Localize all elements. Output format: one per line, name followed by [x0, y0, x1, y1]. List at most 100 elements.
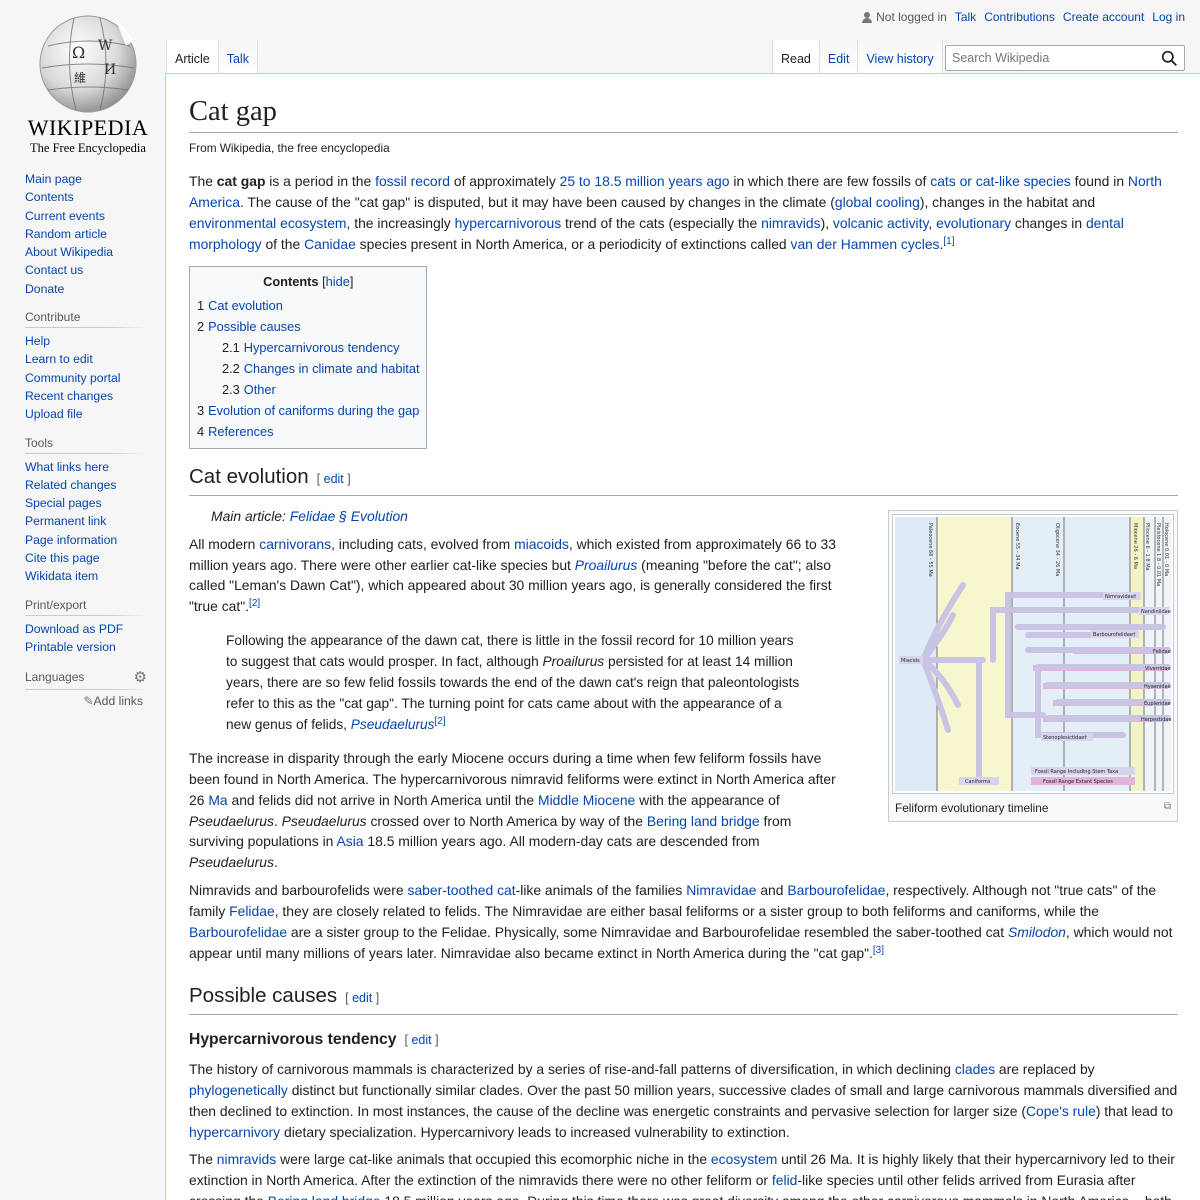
toc-link-hypercarnivorous[interactable]: Hypercarnivorous tendency: [244, 340, 400, 355]
tab-view-history[interactable]: View history: [858, 40, 943, 74]
link-felidae-evolution[interactable]: Felidae § Evolution: [290, 508, 408, 524]
link-barbourofelidae-2[interactable]: Barbourofelidae: [189, 924, 287, 940]
link-pseudaelurus[interactable]: Pseudaelurus: [351, 717, 435, 732]
link-smilodon[interactable]: Smilodon: [1008, 924, 1066, 940]
personal-talk-link[interactable]: Talk: [955, 10, 976, 24]
link-hammen[interactable]: van der Hammen cycles: [791, 236, 940, 252]
link-canidae[interactable]: Canidae: [304, 236, 356, 252]
link-carnivorans[interactable]: carnivorans: [259, 536, 331, 552]
sidebar-item-special-pages[interactable]: Special pages: [25, 496, 102, 510]
link-barbourofelidae[interactable]: Barbourofelidae: [787, 882, 885, 898]
link-fossil-record[interactable]: fossil record: [375, 173, 450, 189]
link-cat[interactable]: cat: [497, 882, 516, 898]
link-asia[interactable]: Asia: [337, 833, 364, 849]
toc-link-cat-evolution[interactable]: Cat evolution: [208, 298, 283, 313]
link-evolutionary[interactable]: evolutionary: [936, 215, 1011, 231]
sidebar-item-recent-changes[interactable]: Recent changes: [25, 389, 113, 403]
taxon-label: Caniforms: [965, 779, 991, 785]
toc-item[interactable]: 3 Evolution of caniforms during the gap: [197, 400, 420, 421]
toc-item[interactable]: 2.2 Changes in climate and habitat: [197, 358, 420, 379]
link-felid[interactable]: felid: [772, 1172, 797, 1188]
toc-item[interactable]: 2 Possible causes: [197, 316, 420, 337]
toc-link-climate[interactable]: Changes in climate and habitat: [244, 361, 420, 376]
sidebar-item-community-portal[interactable]: Community portal: [25, 371, 121, 385]
link-mya[interactable]: 25 to 18.5 million years ago: [560, 173, 730, 189]
sidebar-item-learn-to-edit[interactable]: Learn to edit: [25, 352, 93, 366]
figure-image[interactable]: Paleocene 66 - 55 Ma Eocene 55 - 34 Ma O…: [892, 514, 1174, 794]
search-icon[interactable]: [1161, 50, 1178, 67]
create-account-link[interactable]: Create account: [1063, 10, 1144, 24]
sidebar-item-random-article[interactable]: Random article: [25, 227, 107, 241]
paragraph: The history of carnivorous mammals is ch…: [189, 1060, 1178, 1140]
link-felidae[interactable]: Felidae: [229, 903, 275, 919]
sidebar-item-contents[interactable]: Contents: [25, 190, 74, 204]
sidebar-item-page-information[interactable]: Page information: [25, 533, 117, 547]
sidebar-item-what-links-here[interactable]: What links here: [25, 460, 109, 474]
link-cats[interactable]: cats or cat-like species: [930, 173, 1071, 189]
sidebar-item-help[interactable]: Help: [25, 334, 50, 348]
link-phylogenetically[interactable]: phylogenetically: [189, 1082, 288, 1098]
toc-hide-toggle[interactable]: hide: [326, 274, 350, 289]
add-links[interactable]: ✎Add links: [25, 694, 143, 708]
link-hypercarnivorous[interactable]: hypercarnivorous: [455, 215, 562, 231]
sidebar-item-upload-file[interactable]: Upload file: [25, 407, 83, 421]
ref-2[interactable]: [2]: [249, 598, 260, 609]
sidebar-item-printable-version[interactable]: Printable version: [25, 640, 116, 654]
search-input[interactable]: [946, 46, 1146, 70]
link-volcanic[interactable]: volcanic activity: [833, 215, 928, 231]
link-middle-miocene[interactable]: Middle Miocene: [538, 792, 635, 808]
link-nimravids-2[interactable]: nimravids: [217, 1151, 276, 1167]
tab-edit[interactable]: Edit: [819, 40, 859, 74]
link-ecosystem[interactable]: environmental ecosystem: [189, 215, 347, 231]
ref-1[interactable]: [1]: [943, 236, 954, 247]
sidebar: Main page Contents Current events Random…: [25, 170, 155, 720]
pencil-icon: ✎: [83, 694, 94, 709]
link-nimravidae[interactable]: Nimravidae: [686, 882, 756, 898]
link-bering[interactable]: Bering land bridge: [647, 813, 760, 829]
toc-link-caniforms[interactable]: Evolution of caniforms during the gap: [208, 403, 419, 418]
link-ecosystem-2[interactable]: ecosystem: [711, 1151, 777, 1167]
link-global-cooling[interactable]: global cooling: [835, 194, 920, 210]
gear-icon[interactable]: ⚙: [134, 668, 147, 686]
sidebar-item-cite-this-page[interactable]: Cite this page: [25, 551, 100, 565]
sidebar-item-permanent-link[interactable]: Permanent link: [25, 514, 106, 528]
link-bering-2[interactable]: Bering land bridge: [268, 1193, 381, 1200]
link-ma[interactable]: Ma: [208, 792, 227, 808]
toc-item[interactable]: 2.1 Hypercarnivorous tendency: [197, 337, 420, 358]
sidebar-item-wikidata-item[interactable]: Wikidata item: [25, 569, 98, 583]
log-in-link[interactable]: Log in: [1152, 10, 1185, 24]
link-miacoids[interactable]: miacoids: [514, 536, 569, 552]
tab-read[interactable]: Read: [772, 40, 820, 74]
contributions-link[interactable]: Contributions: [984, 10, 1055, 24]
ref-2b[interactable]: [2]: [435, 716, 446, 727]
edit-section-link[interactable]: edit: [411, 1033, 431, 1047]
wikipedia-logo[interactable]: Ω W И 維 WIKIPEDIA The Free Encyclopedia: [18, 10, 158, 155]
link-proailurus[interactable]: Proailurus: [575, 557, 638, 573]
sidebar-item-donate[interactable]: Donate: [25, 282, 64, 296]
edit-section-link[interactable]: edit: [352, 991, 372, 1005]
toc-item[interactable]: 2.3 Other: [197, 379, 420, 400]
link-hypercarnivory[interactable]: hypercarnivory: [189, 1124, 280, 1140]
toc-link-references[interactable]: References: [208, 424, 273, 439]
add-links-label[interactable]: Add links: [94, 694, 143, 708]
link-nimravids[interactable]: nimravids: [761, 215, 820, 231]
tab-article[interactable]: Article: [166, 40, 219, 74]
enlarge-icon[interactable]: ⧉: [1164, 801, 1171, 815]
toc-item[interactable]: 1 Cat evolution: [197, 295, 420, 316]
tab-talk[interactable]: Talk: [218, 40, 258, 74]
sidebar-item-main-page[interactable]: Main page: [25, 172, 82, 186]
sidebar-item-download-pdf[interactable]: Download as PDF: [25, 622, 123, 636]
sidebar-item-related-changes[interactable]: Related changes: [25, 478, 116, 492]
edit-section-link[interactable]: edit: [324, 472, 344, 486]
link-clades[interactable]: clades: [955, 1061, 995, 1077]
link-saber-toothed[interactable]: saber-toothed: [408, 882, 494, 898]
sidebar-item-current-events[interactable]: Current events: [25, 209, 105, 223]
sidebar-item-contact-us[interactable]: Contact us: [25, 263, 83, 277]
ref-3[interactable]: [3]: [873, 945, 884, 956]
toc-link-other[interactable]: Other: [244, 382, 276, 397]
sidebar-item-about-wikipedia[interactable]: About Wikipedia: [25, 245, 113, 259]
toc-item[interactable]: 4 References: [197, 421, 420, 442]
toc-link-possible-causes[interactable]: Possible causes: [208, 319, 300, 334]
languages-heading-row: Languages ⚙: [25, 668, 147, 691]
link-copes-rule[interactable]: Cope's rule: [1026, 1103, 1096, 1119]
